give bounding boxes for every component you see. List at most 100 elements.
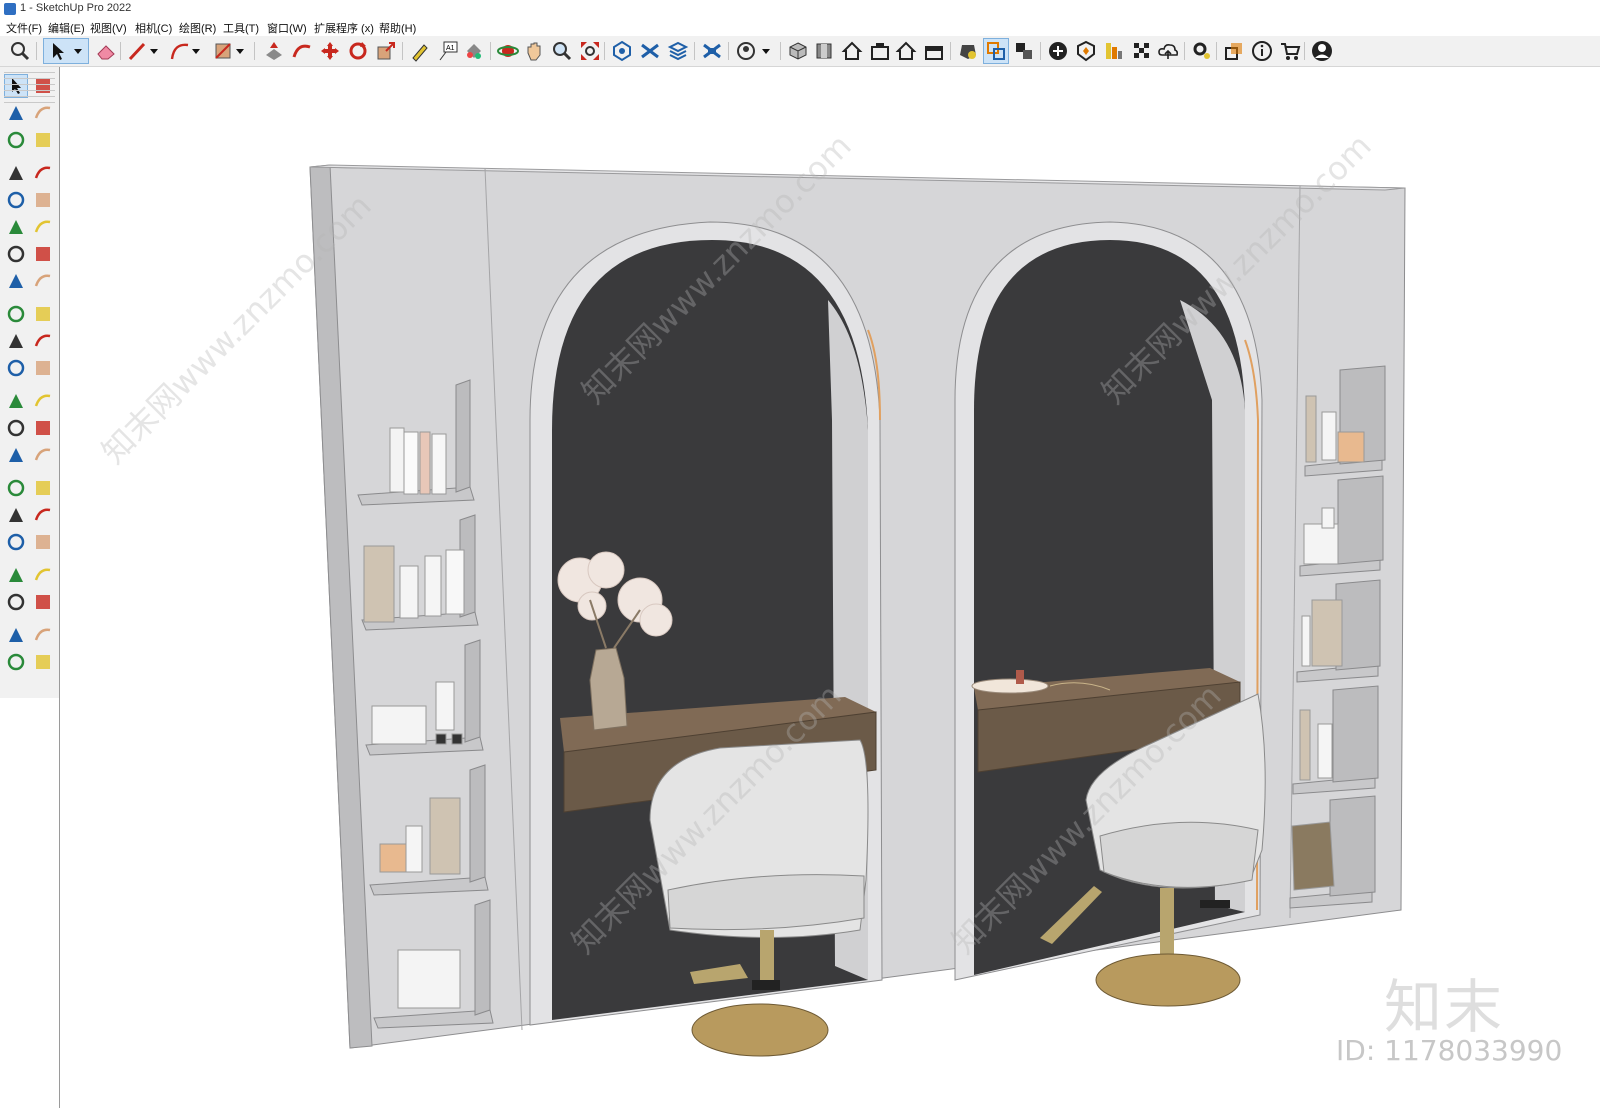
zoom-extents-icon[interactable] <box>578 39 602 63</box>
section-plane-icon[interactable] <box>32 591 54 613</box>
palette-separator <box>4 72 55 73</box>
move-icon[interactable] <box>318 39 342 63</box>
push-pull-icon[interactable] <box>262 39 286 63</box>
menu-tools[interactable]: 工具(T) <box>223 20 259 36</box>
section-plane-icon[interactable] <box>983 38 1009 64</box>
move-icon[interactable] <box>5 303 27 325</box>
photo-texture-icon[interactable] <box>1102 39 1126 63</box>
zoom-icon[interactable] <box>8 39 32 63</box>
zoom-window-icon[interactable] <box>32 504 54 526</box>
extension-warehouse-icon[interactable] <box>638 39 662 63</box>
rotated-rectangle-icon[interactable] <box>32 189 54 211</box>
style-builder-icon[interactable] <box>700 39 724 63</box>
previous-view-icon[interactable] <box>32 531 54 553</box>
follow-me-icon[interactable] <box>290 39 314 63</box>
menu-help[interactable]: 帮助(H) <box>379 20 416 36</box>
main-toolbar: A1 <box>0 36 1600 67</box>
terrain-icon[interactable] <box>1074 39 1098 63</box>
orbit-icon[interactable] <box>5 477 27 499</box>
pie-icon[interactable] <box>32 270 54 292</box>
info-icon[interactable] <box>1250 39 1274 63</box>
model-viewport[interactable] <box>60 67 1600 1108</box>
pan-icon[interactable] <box>32 477 54 499</box>
settings-icon[interactable] <box>1190 39 1214 63</box>
component-icon[interactable] <box>5 129 27 151</box>
select-icon[interactable] <box>43 38 89 64</box>
title-bar: 1 - SketchUp Pro 2022 <box>0 0 1600 18</box>
menu-edit[interactable]: 编辑(E) <box>48 20 85 36</box>
menu-camera[interactable]: 相机(C) <box>135 20 172 36</box>
outliner-icon[interactable] <box>1222 39 1246 63</box>
menu-extensions[interactable]: 扩展程序 (x) <box>314 20 374 36</box>
zoom-icon[interactable] <box>5 504 27 526</box>
scale-icon[interactable] <box>5 357 27 379</box>
back-view-icon[interactable] <box>894 39 918 63</box>
three-point-arc-icon[interactable] <box>5 270 27 292</box>
pencil-icon[interactable] <box>5 162 27 184</box>
two-point-arc-icon[interactable] <box>32 243 54 265</box>
layout-icon[interactable] <box>666 39 690 63</box>
text-icon[interactable]: A1 <box>436 39 460 63</box>
freehand-icon[interactable] <box>32 162 54 184</box>
orbit-icon[interactable] <box>496 39 520 63</box>
rotate-icon[interactable] <box>5 330 27 352</box>
top-view-icon[interactable] <box>812 39 836 63</box>
rectangle-icon[interactable] <box>212 39 248 63</box>
circle-icon[interactable] <box>5 216 27 238</box>
dimension-icon[interactable] <box>32 390 54 412</box>
follow-me-icon[interactable] <box>32 330 54 352</box>
right-view-icon[interactable] <box>868 39 892 63</box>
paint-bucket-icon[interactable] <box>462 39 486 63</box>
pencil-icon[interactable] <box>126 39 162 63</box>
protractor-icon[interactable] <box>5 417 27 439</box>
3d-text-icon[interactable] <box>32 444 54 466</box>
arc-icon[interactable] <box>168 39 204 63</box>
iso-view-icon[interactable] <box>786 39 810 63</box>
scale-icon[interactable] <box>374 39 398 63</box>
style-builder-icon[interactable] <box>32 651 54 673</box>
offset-icon[interactable] <box>32 357 54 379</box>
zoom-extents-icon[interactable] <box>5 531 27 553</box>
cart-icon[interactable] <box>1278 39 1302 63</box>
walk-icon[interactable] <box>5 591 27 613</box>
section-display-icon[interactable] <box>1012 39 1036 63</box>
add-location-icon[interactable] <box>1046 39 1070 63</box>
menu-draw[interactable]: 绘图(R) <box>179 20 216 36</box>
warehouse-icon[interactable] <box>5 624 27 646</box>
3d-warehouse-icon[interactable] <box>610 39 634 63</box>
menu-view[interactable]: 视图(V) <box>90 20 127 36</box>
tape-measure-icon[interactable] <box>5 390 27 412</box>
look-around-icon[interactable] <box>32 564 54 586</box>
zoom-icon[interactable] <box>550 39 574 63</box>
scene-canvas <box>309 164 1406 1057</box>
axes-icon[interactable] <box>5 444 27 466</box>
watermark-id: ID: 1178033990 <box>1336 1034 1563 1067</box>
rectangle-icon[interactable] <box>5 189 27 211</box>
position-camera-icon[interactable] <box>5 564 27 586</box>
menu-file[interactable]: 文件(F) <box>6 20 42 36</box>
palette-separator <box>4 90 55 91</box>
cloud-icon[interactable] <box>1156 39 1180 63</box>
text-icon[interactable] <box>32 417 54 439</box>
menu-window[interactable]: 窗口(W) <box>267 20 307 36</box>
rotate-icon[interactable] <box>346 39 370 63</box>
pan-icon[interactable] <box>522 39 546 63</box>
layout-icon[interactable] <box>5 651 27 673</box>
polygon-icon[interactable] <box>32 216 54 238</box>
tape-measure-icon[interactable] <box>408 39 432 63</box>
solid-tools-icon[interactable] <box>956 39 980 63</box>
extension-warehouse-icon[interactable] <box>32 624 54 646</box>
tag-icon[interactable] <box>32 129 54 151</box>
eraser-icon[interactable] <box>94 39 118 63</box>
trimble-icon[interactable] <box>1130 39 1154 63</box>
user-icon[interactable] <box>734 39 774 63</box>
push-pull-icon[interactable] <box>32 303 54 325</box>
menu-bar: 文件(F) 编辑(E) 视图(V) 相机(C) 绘图(R) 工具(T) 窗口(W… <box>0 18 1600 36</box>
eraser-icon[interactable] <box>32 102 54 124</box>
account-icon[interactable] <box>1310 39 1334 63</box>
paint-bucket-icon[interactable] <box>5 102 27 124</box>
watermark-brand: 知末 <box>1384 973 1505 1041</box>
front-view-icon[interactable] <box>840 39 864 63</box>
left-view-icon[interactable] <box>922 39 946 63</box>
arc-icon[interactable] <box>5 243 27 265</box>
